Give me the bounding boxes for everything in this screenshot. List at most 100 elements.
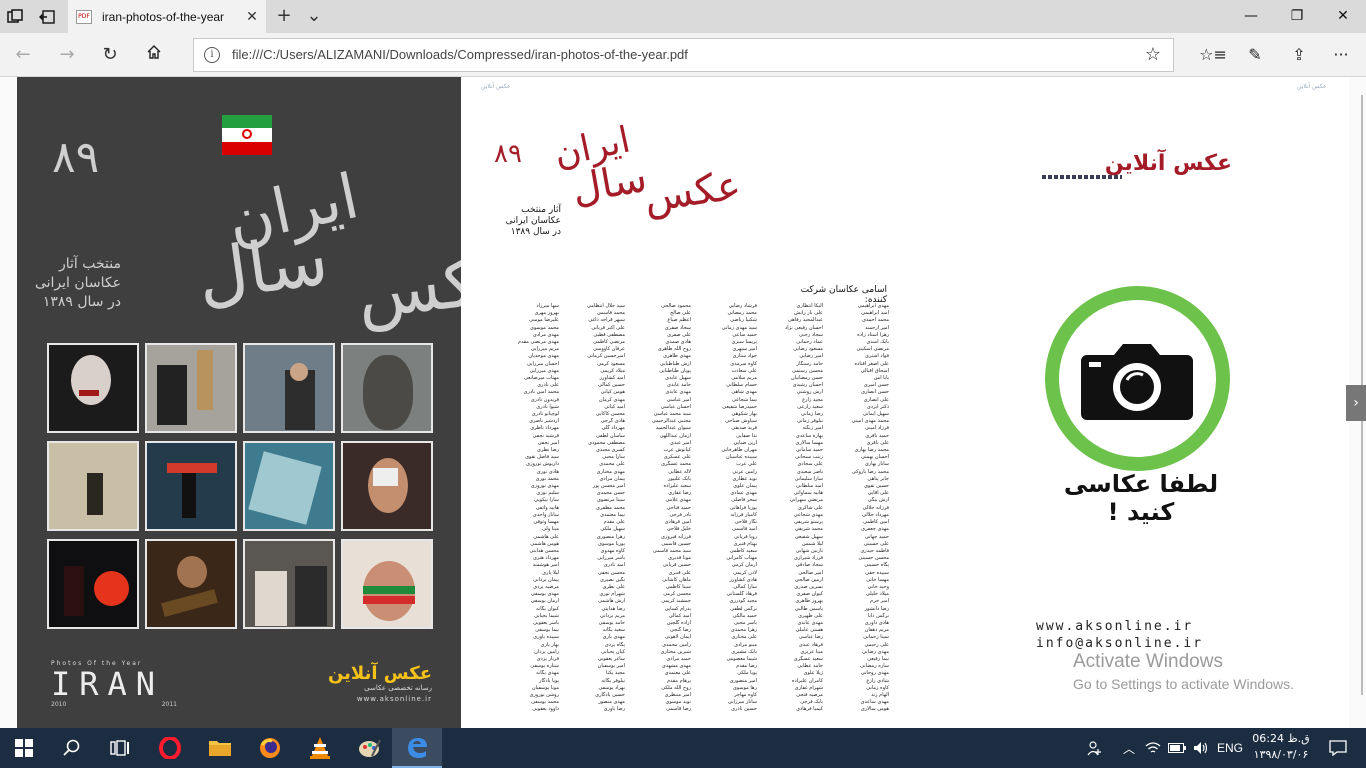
photographer-name: شکیبا ریاضی [730,317,757,324]
photographer-name: یاسر محبی [733,619,757,626]
battery-icon[interactable] [1166,728,1188,768]
photographer-name: اسحاق اقبالی [860,367,889,374]
input-language[interactable]: ENG [1214,728,1246,768]
photographer-name: هانیه واثقی [535,504,559,511]
photographer-name: مینا ولی [542,526,559,533]
photographer-name: مهدی شاهی [731,389,757,396]
file-explorer-icon[interactable] [196,728,244,768]
photographer-name: بهزاد یوسفی [598,684,625,691]
cover-photo [145,441,237,531]
cover-title-year: ۸۹ [52,132,100,183]
photographer-name: رضا زمانی [801,411,823,418]
photographer-name: احسان رشیدی [792,382,823,389]
photographer-name: سهیل ملکی [600,526,625,533]
inner-title-year: ۸۹ [494,139,522,169]
photographer-name: نیما رفیعی [867,655,889,662]
photographer-name: امیر عبدی [670,439,691,446]
photographer-name: نسرین صدری [794,583,823,590]
opera-icon[interactable] [146,728,194,768]
wifi-icon[interactable] [1142,728,1164,768]
address-bar[interactable]: i file:///C:/Users/ALIZAMANI/Downloads/C… [193,38,1174,72]
paint-icon[interactable] [346,728,394,768]
pen-icon[interactable]: ✎ [1240,41,1270,69]
photographer-name: مصطفی محمودی [588,439,625,446]
cover-photo [47,343,139,433]
cover-photo [243,441,335,531]
photographer-name: علی عسکری [663,454,691,461]
close-window-icon[interactable]: ✕ [1320,0,1366,33]
photographer-name: محمد عسگری [661,461,691,468]
photographer-name: مهسا خانی [866,576,889,583]
photographer-name: سهیل شفیعی [794,533,823,540]
photographer-name: پیمان علوی [733,483,757,490]
vlc-icon[interactable] [296,728,344,768]
search-icon[interactable] [48,728,96,768]
notifications-icon[interactable] [1318,728,1358,768]
photographer-name: مهدی کرمان [598,396,625,403]
pdf-viewer[interactable]: ۸۹ ایران سال عکس منتخب آثار عکاسان ایران… [0,77,1366,728]
photographer-name: ساناز بهاری [864,461,889,468]
address-url[interactable]: file:///C:/Users/ALIZAMANI/Downloads/Com… [232,47,688,62]
photographer-name: آرمان یوسفی [530,598,559,605]
inner-brand-logo: عکس آنلاین [1042,151,1232,185]
share-icon[interactable]: ⇪ [1284,41,1314,69]
volume-icon[interactable] [1190,728,1212,768]
firefox-icon[interactable] [246,728,294,768]
favorites-list-icon[interactable]: ☆≡ [1198,41,1228,69]
task-view-icon[interactable] [96,728,144,768]
refresh-icon[interactable]: ↻ [95,41,125,69]
photographer-name: شادی زارع [866,677,889,684]
photographers-column: سید جلال انتظامی محمد قاسمی سپهر قراجه داغ… [567,303,625,723]
start-windows-icon[interactable] [0,728,48,768]
photographer-name: میلاد خلیلی [865,591,889,598]
photographer-name: علی مقدم [603,519,625,526]
photographer-name: لیلا یاری [542,569,559,576]
back-icon[interactable]: ← [8,41,38,69]
forward-icon[interactable]: → [52,41,82,69]
tab-actions-icon[interactable] [4,6,26,28]
photographer-name: مهتاب کامرانی [726,555,757,562]
photographer-name: سید جلال انتظامی [587,303,625,309]
photographer-name: رامین یزدان [534,648,559,655]
photographer-name: سیاوش صباحی [725,418,757,425]
contact-url: www.aksonline.ir [1036,619,1194,634]
home-icon[interactable] [139,41,169,69]
photographer-name: علی حسینی [863,540,889,547]
people-icon[interactable] [1082,728,1108,768]
restore-icon[interactable]: ❐ [1274,0,1320,33]
more-options-icon[interactable]: ··· [1326,41,1356,69]
cover-title-sal: سال [191,218,333,318]
photographer-name: فرشاد رضایی [728,303,757,309]
photographer-name: آرمین صالحی [794,576,823,583]
set-tabs-aside-icon[interactable] [36,6,58,28]
photographer-name: نرگس دانا [867,612,889,619]
taskbar: ︿ ENG 06:24 ق.ظ ۱۳۹۸/۰۳/۰۶ [0,728,1366,768]
photographer-name: مهسا وثوقی [533,519,559,526]
show-hidden-icons-chevron-icon[interactable]: ︿ [1118,728,1140,768]
photographer-name: رضا عباسی [798,634,823,641]
minimize-icon[interactable]: — [1228,0,1274,33]
photographer-name: فرزاد امینی [864,425,889,432]
tab-pdf[interactable]: PDF iran-photos-of-the-year ✕ [68,0,266,33]
photographer-name: پیمان یزدانی [533,576,559,583]
photographer-name: لوچیانو نادری [531,411,559,418]
photographer-name: سید مهدی زمانی [721,324,757,331]
photographer-name: کاوه مهاجر [734,691,757,698]
photographer-name: امیر منصوری [729,677,757,684]
edge-icon[interactable] [392,728,442,768]
favorite-star-icon[interactable]: ☆ [1145,44,1161,65]
photographer-name: لادن کریمی [733,569,757,576]
photographer-name: مسعود رضایی [793,346,823,353]
inner-brand-name: عکس آنلاین [1104,151,1232,176]
photographer-name: محمد مهدی امینی [851,418,889,425]
new-tab-icon[interactable]: + [270,4,298,28]
photographer-name: الهام زند [871,691,889,698]
tab-list-chevron-icon[interactable]: ⌄ [300,4,328,28]
camera-icon [1081,344,1193,420]
clock[interactable]: 06:24 ق.ظ ۱۳۹۸/۰۳/۰۶ [1250,731,1312,763]
next-page-chevron-icon[interactable]: › [1346,385,1366,421]
tab-close-icon[interactable]: ✕ [244,9,260,25]
photographer-name: پویان طباطبایی [659,367,691,374]
site-info-icon[interactable]: i [204,47,220,63]
photographer-name: حسین یادگاری [595,691,625,698]
